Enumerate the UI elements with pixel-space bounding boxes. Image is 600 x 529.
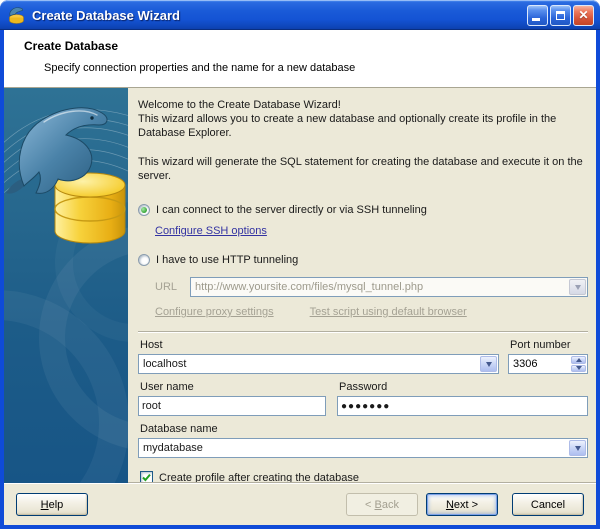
url-row: URL http://www.yoursite.com/files/mysql_… (155, 277, 588, 297)
host-value: localhost (143, 358, 187, 370)
database-name-combobox[interactable]: mydatabase (138, 438, 588, 458)
sidebar-artwork (4, 88, 128, 483)
radio-direct-connection[interactable]: I can connect to the server directly or … (138, 204, 588, 216)
close-icon: ✕ (578, 8, 589, 22)
dialog-frame: Create Database Specify connection prope… (4, 30, 596, 525)
wizard-content: Welcome to the Create Database Wizard! T… (128, 88, 596, 484)
radio-http-label: I have to use HTTP tunneling (156, 254, 299, 266)
port-label: Port number (510, 339, 571, 351)
back-button: < Back (346, 493, 418, 516)
test-script-link: Test script using default browser (309, 306, 467, 318)
configure-proxy-link: Configure proxy settings (155, 306, 274, 318)
welcome-text: Welcome to the Create Database Wizard! T… (138, 99, 557, 139)
host-combobox[interactable]: localhost (138, 354, 499, 374)
cancel-button[interactable]: Cancel (512, 493, 584, 516)
spinner-up-button[interactable] (571, 356, 586, 364)
configure-ssh-link[interactable]: Configure SSH options (155, 225, 267, 237)
host-port-row: Host localhost Port number (138, 339, 588, 374)
password-label: Password (339, 381, 388, 393)
port-spinner[interactable] (508, 354, 588, 374)
next-button[interactable]: Next > (426, 493, 498, 516)
create-database-wizard-window: Create Database Wizard ✕ Create Database… (0, 0, 600, 529)
dropdown-arrow-icon[interactable] (569, 440, 586, 456)
url-combobox: http://www.yoursite.com/files/mysql_tunn… (190, 277, 588, 297)
close-button[interactable]: ✕ (573, 4, 594, 26)
radio-direct-label: I can connect to the server directly or … (156, 204, 427, 216)
app-dolphin-database-icon (9, 7, 24, 24)
username-input[interactable] (138, 396, 326, 416)
user-password-row: User name Password (138, 381, 588, 416)
radio-selected-icon[interactable] (138, 204, 150, 216)
create-profile-label: Create profile after creating the databa… (159, 471, 359, 484)
database-name-label: Database name (140, 423, 218, 435)
dolphin-database-illustration (4, 107, 128, 483)
window-title: Create Database Wizard (32, 7, 180, 23)
url-label: URL (155, 281, 178, 293)
minimize-button[interactable] (527, 4, 548, 26)
section-separator (138, 331, 588, 333)
host-label: Host (140, 339, 163, 351)
port-input[interactable] (510, 356, 571, 372)
radio-unselected-icon[interactable] (138, 254, 150, 266)
arrow-up-icon (575, 357, 582, 362)
spinner-down-button[interactable] (571, 364, 586, 372)
wizard-description: This wizard will generate the SQL statem… (138, 156, 583, 182)
url-value: http://www.yoursite.com/files/mysql_tunn… (195, 281, 424, 293)
dropdown-arrow-icon[interactable] (480, 356, 497, 372)
username-label: User name (140, 381, 194, 393)
database-name-value: mydatabase (143, 442, 203, 454)
arrow-down-icon (575, 366, 582, 371)
tunnel-links-row: Configure proxy settings Test script usi… (155, 306, 588, 318)
titlebar[interactable]: Create Database Wizard ✕ (0, 0, 600, 30)
maximize-icon (556, 10, 565, 20)
page-title: Create Database (24, 39, 119, 53)
maximize-button[interactable] (550, 4, 571, 26)
help-button[interactable]: Help (16, 493, 88, 516)
radio-http-tunneling[interactable]: I have to use HTTP tunneling (138, 254, 588, 266)
wizard-header: Create Database Specify connection prope… (4, 30, 596, 88)
password-input[interactable] (337, 396, 588, 416)
button-bar: Help < Back Next > Cancel (4, 483, 596, 525)
minimize-icon (532, 17, 540, 21)
page-subtitle: Specify connection properties and the na… (44, 62, 356, 74)
dropdown-arrow-icon (569, 279, 586, 295)
database-name-row: Database name mydatabase (138, 423, 588, 458)
